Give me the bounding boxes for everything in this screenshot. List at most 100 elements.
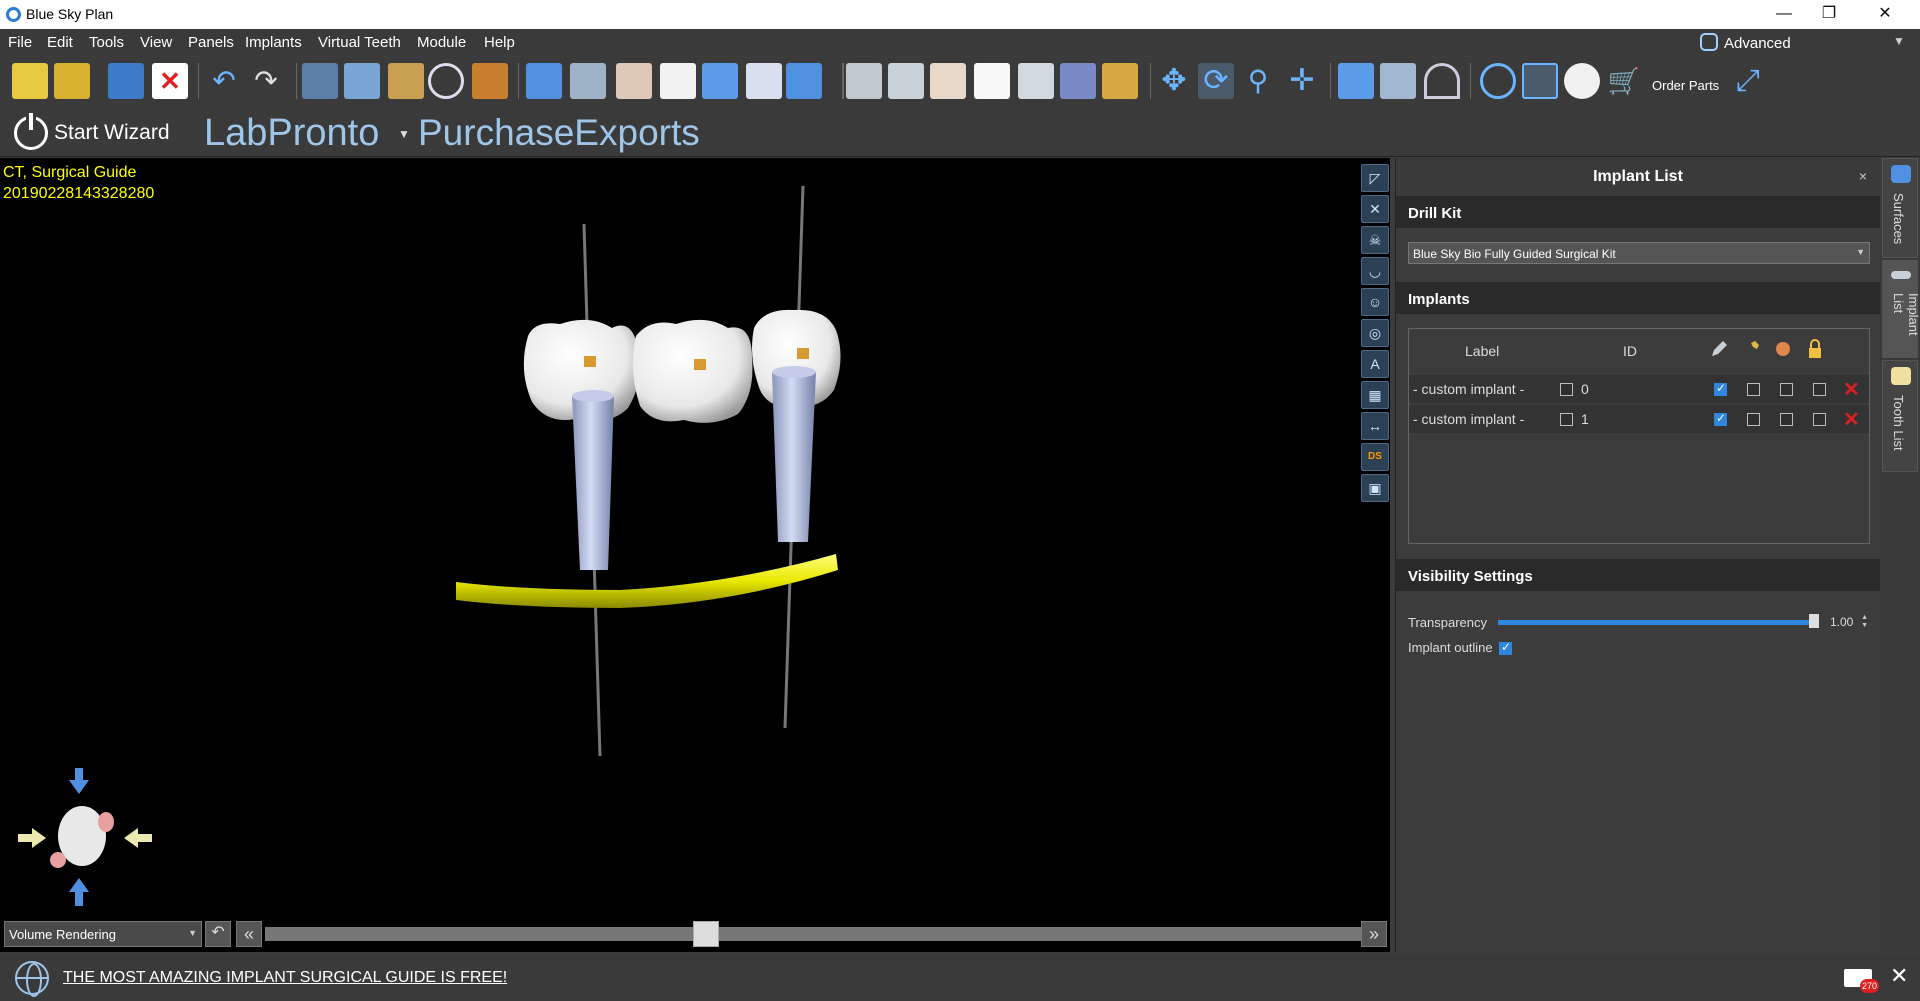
slice-next-button[interactable]: »: [1361, 921, 1387, 947]
implant-outline-checkbox[interactable]: [1499, 640, 1512, 655]
screw-icon[interactable]: [888, 63, 924, 99]
implant-id-checkbox[interactable]: [1560, 383, 1573, 396]
slice-prev-button[interactable]: «: [236, 921, 262, 947]
menu-tools[interactable]: Tools: [89, 34, 124, 51]
slice-slider-thumb[interactable]: [693, 921, 719, 947]
spinner-arrows-icon[interactable]: ▲ ▼: [1861, 614, 1868, 630]
tooth-icon[interactable]: [974, 63, 1010, 99]
tab-tooth-list[interactable]: Tooth List: [1882, 360, 1918, 472]
mode-selector[interactable]: Advanced: [1700, 33, 1791, 52]
delete-implant-button[interactable]: ✕: [1843, 407, 1860, 432]
labpronto-button[interactable]: LabPronto: [204, 112, 379, 155]
view-toggle-button[interactable]: ◸: [1361, 164, 1389, 192]
reset-view-icon[interactable]: [1480, 63, 1516, 99]
globe-icon[interactable]: [15, 961, 49, 997]
tooth-add-icon[interactable]: [660, 63, 696, 99]
viewport-3d[interactable]: CT, Surgical Guide 20190228143328280: [0, 158, 1390, 952]
inspect-icon[interactable]: [428, 63, 464, 99]
delete-implant-button[interactable]: ✕: [1843, 377, 1860, 402]
transparency-slider-thumb[interactable]: [1809, 614, 1819, 628]
render-mode-select[interactable]: Volume Rendering ▼: [4, 921, 202, 947]
menu-file[interactable]: File: [8, 34, 32, 51]
panel-close-button[interactable]: ×: [1859, 168, 1867, 184]
pan-icon[interactable]: ✛: [1284, 63, 1320, 99]
settings-list-icon[interactable]: [786, 63, 822, 99]
nerve-icon[interactable]: [702, 63, 738, 99]
crown-model[interactable]: [632, 319, 753, 423]
implant-id-checkbox[interactable]: [1560, 413, 1573, 426]
menu-help[interactable]: Help: [484, 34, 515, 51]
arch-view-button[interactable]: ◡: [1361, 257, 1389, 285]
nerve-canal[interactable]: [456, 554, 838, 608]
ruler-icon[interactable]: [1380, 63, 1416, 99]
house-icon[interactable]: [1060, 63, 1096, 99]
implant-option-checkbox[interactable]: [1747, 413, 1760, 426]
rotate-icon[interactable]: ⟳: [1198, 63, 1234, 99]
purchase-exports-button[interactable]: PurchaseExports: [418, 112, 700, 154]
slice-slider-track[interactable]: [265, 927, 1361, 941]
distance-button[interactable]: ↔: [1361, 412, 1389, 440]
close-window-button[interactable]: ✕: [1864, 3, 1906, 25]
table-icon[interactable]: [302, 63, 338, 99]
table-row[interactable]: - custom implant - 1 ✕: [1409, 405, 1869, 433]
measure-path-icon[interactable]: [472, 63, 508, 99]
crown-add-icon[interactable]: [616, 63, 652, 99]
promo-link[interactable]: THE MOST AMAZING IMPLANT SURGICAL GUIDE …: [63, 969, 507, 987]
menu-virtual-teeth[interactable]: Virtual Teeth: [318, 34, 401, 51]
chevron-down-icon[interactable]: ▼: [398, 127, 410, 141]
redo-icon[interactable]: ↷: [248, 63, 284, 99]
undo-icon[interactable]: ↶: [206, 63, 242, 99]
histogram-icon[interactable]: [1338, 63, 1374, 99]
menu-panels[interactable]: Panels: [188, 34, 234, 51]
new-file-icon[interactable]: [12, 63, 48, 99]
tab-surfaces[interactable]: Surfaces: [1882, 158, 1918, 258]
open-file-icon[interactable]: [54, 63, 90, 99]
implant-lock-checkbox[interactable]: [1813, 413, 1826, 426]
denture-icon[interactable]: [930, 63, 966, 99]
arch-icon[interactable]: [526, 63, 562, 99]
implant-option-checkbox[interactable]: [1780, 383, 1793, 396]
sleeve-add-icon[interactable]: [746, 63, 782, 99]
crosshair-button[interactable]: ✕: [1361, 195, 1389, 223]
save-icon[interactable]: [108, 63, 144, 99]
minimize-button[interactable]: —: [1763, 3, 1805, 25]
transparency-slider[interactable]: [1498, 620, 1814, 625]
fullscreen-icon[interactable]: ⤢: [1730, 63, 1766, 99]
close-file-icon[interactable]: ✕: [152, 63, 188, 99]
implant-option-checkbox[interactable]: [1747, 383, 1760, 396]
zoom-icon[interactable]: ⚲: [1240, 63, 1276, 99]
scan-icon[interactable]: [344, 63, 380, 99]
screenshot-button[interactable]: ▣: [1361, 474, 1389, 502]
cloud-icon[interactable]: [1564, 63, 1600, 99]
lock-eye-icon[interactable]: [1102, 63, 1138, 99]
abutment-icon[interactable]: [1018, 63, 1054, 99]
implant-visible-checkbox[interactable]: [1714, 381, 1727, 396]
implant-lock-checkbox[interactable]: [1813, 383, 1826, 396]
menu-edit[interactable]: Edit: [47, 34, 73, 51]
guide-sleeve[interactable]: [572, 396, 614, 570]
implant-option-checkbox[interactable]: [1780, 413, 1793, 426]
table-row[interactable]: - custom implant - 0 ✕: [1409, 375, 1869, 403]
restore-button[interactable]: ❐: [1808, 3, 1850, 25]
chevron-down-icon[interactable]: ▼: [1893, 34, 1905, 48]
implant-icon[interactable]: [846, 63, 882, 99]
implant-visible-checkbox[interactable]: [1714, 411, 1727, 426]
transparency-spinbox[interactable]: 1.00 ▲ ▼: [1826, 612, 1870, 632]
grid-button[interactable]: ▦: [1361, 381, 1389, 409]
move-icon[interactable]: ✥: [1156, 63, 1192, 99]
panorama-icon[interactable]: [388, 63, 424, 99]
menu-module[interactable]: Module: [417, 34, 466, 51]
implant-add-icon[interactable]: [570, 63, 606, 99]
ds-button[interactable]: DS: [1361, 443, 1389, 471]
target-button[interactable]: ◎: [1361, 319, 1389, 347]
slice-icon[interactable]: [1522, 63, 1558, 99]
reset-view-button[interactable]: ↶: [205, 921, 231, 947]
face-button[interactable]: ☺: [1361, 288, 1389, 316]
angle-icon[interactable]: [1424, 63, 1460, 99]
skull-button[interactable]: ☠: [1361, 226, 1389, 254]
guide-sleeve[interactable]: [772, 372, 816, 542]
menu-view[interactable]: View: [140, 34, 172, 51]
tab-implant-list[interactable]: Implant List: [1882, 260, 1920, 358]
orientation-widget[interactable]: [18, 768, 152, 908]
cart-icon[interactable]: 🛒: [1606, 63, 1642, 99]
